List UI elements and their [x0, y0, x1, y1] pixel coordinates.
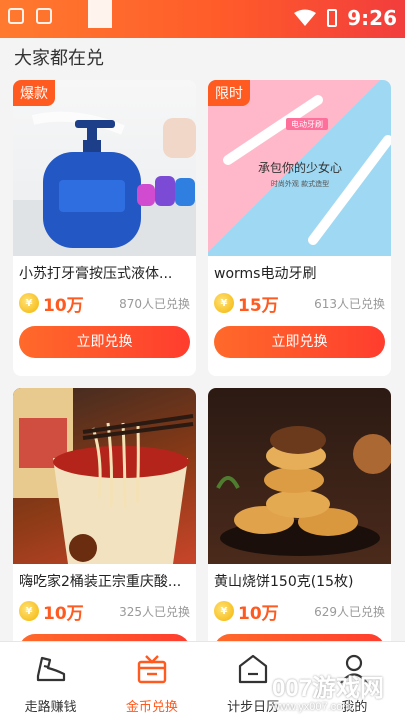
product-price: 10万: [238, 603, 279, 624]
section-title: 大家都在兑: [14, 48, 104, 69]
calendar-icon: [239, 654, 268, 684]
product-name: 黄山烧饼150克(15枚): [214, 574, 354, 590]
price-row: ¥ 15万 613人已兑换: [208, 292, 391, 316]
notification-icons: [8, 8, 52, 24]
price-row: ¥ 10万 870人已兑换: [13, 292, 196, 316]
image-notification-icon: [36, 8, 52, 24]
banner-subline: 时尚外观 款式造型: [271, 179, 329, 188]
toothbrush-illustration: 电动牙刷 承包你的少女心 时尚外观 款式造型: [223, 95, 391, 245]
toothpaste-illustration: [13, 111, 196, 256]
coin-icon: ¥: [19, 601, 39, 621]
product-image-noodles: [13, 388, 196, 564]
redeemed-count: 629人已兑换: [314, 604, 385, 619]
coin-icon: ¥: [19, 293, 39, 313]
noodle-illustration: [13, 388, 194, 564]
product-image-pastry: [208, 388, 391, 564]
status-right: 9:26: [293, 6, 397, 30]
product-name: worms电动牙刷: [214, 266, 317, 282]
nav-label: 金币兑换: [125, 700, 178, 715]
product-name: 嗨吃家2桶装正宗重庆酸...: [19, 574, 182, 590]
watermark-url: www.yx007.com: [272, 701, 352, 713]
product-image-toothpaste: 爆款: [13, 80, 196, 256]
banner-label: 电动牙刷: [291, 119, 323, 129]
nav-label: 走路赚钱: [24, 700, 77, 715]
redeem-button[interactable]: 立即兑换: [19, 326, 190, 358]
nav-item-walk-earn[interactable]: 走路赚钱: [0, 642, 101, 720]
status-bar: 9:26: [0, 0, 405, 38]
redeemed-count: 325人已兑换: [119, 604, 190, 619]
battery-icon: [327, 9, 338, 27]
product-card[interactable]: 爆款 小苏打牙膏按压式液体... ¥ 10万 870人已兑换 立即兑换: [13, 80, 196, 376]
shoe-icon: [36, 656, 65, 682]
product-price: 10万: [43, 295, 84, 316]
coin-icon: ¥: [214, 601, 234, 621]
product-price: 15万: [238, 295, 279, 316]
product-tag: 限时: [208, 80, 250, 106]
product-tag: 爆款: [13, 80, 55, 106]
gift-box-icon: [137, 655, 167, 684]
banner-headline: 承包你的少女心: [258, 160, 342, 175]
product-card[interactable]: 黄山烧饼150克(15枚) ¥ 10万 629人已兑换 立即兑换: [208, 388, 391, 648]
pastry-illustration: [216, 426, 391, 556]
nav-item-coin-exchange[interactable]: 金币兑换: [101, 642, 202, 720]
watermark-main: 007游戏网: [272, 675, 385, 702]
product-card[interactable]: 电动牙刷 承包你的少女心 时尚外观 款式造型 限时 worms电动牙刷 ¥ 15…: [208, 80, 391, 376]
redeemed-count: 870人已兑换: [119, 296, 190, 311]
product-price: 10万: [43, 603, 84, 624]
price-row: ¥ 10万 629人已兑换: [208, 600, 391, 624]
product-image-toothbrush: 电动牙刷 承包你的少女心 时尚外观 款式造型 限时: [208, 80, 391, 256]
redeem-button[interactable]: 立即兑换: [214, 326, 385, 358]
product-card[interactable]: 嗨吃家2桶装正宗重庆酸... ¥ 10万 325人已兑换 立即兑换: [13, 388, 196, 648]
redeemed-count: 613人已兑换: [314, 296, 385, 311]
price-row: ¥ 10万 325人已兑换: [13, 600, 196, 624]
coin-icon: ¥: [214, 293, 234, 313]
site-watermark: 007游戏网 www.yx007.com: [272, 668, 405, 720]
status-time: 9:26: [347, 6, 397, 30]
status-overlay: [88, 0, 112, 28]
notification-icon: [8, 8, 24, 24]
product-name: 小苏打牙膏按压式液体...: [19, 266, 173, 282]
wifi-icon: [294, 9, 317, 26]
